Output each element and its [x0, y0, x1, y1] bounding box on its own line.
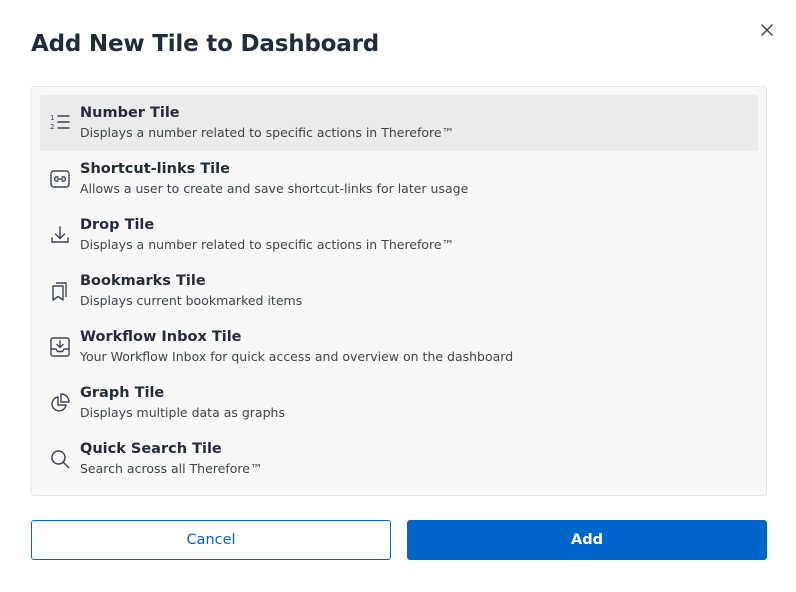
- svg-text:1: 1: [50, 114, 54, 122]
- tile-name: Quick Search Tile: [80, 441, 222, 457]
- tile-option-workflow-inbox[interactable]: Workflow Inbox Tile Your Workflow Inbox …: [40, 319, 758, 375]
- tile-name: Graph Tile: [80, 385, 165, 401]
- tile-option-shortcut-links[interactable]: Shortcut-links Tile Allows a user to cre…: [40, 151, 758, 207]
- bookmarks-icon: [49, 280, 71, 302]
- tile-description: Allows a user to create and save shortcu…: [80, 181, 469, 196]
- cancel-button[interactable]: Cancel: [31, 520, 391, 560]
- tile-option-quick-search[interactable]: Quick Search Tile Search across all Ther…: [40, 431, 758, 487]
- tile-option-graph[interactable]: Graph Tile Displays multiple data as gra…: [40, 375, 758, 431]
- pie-chart-icon: [49, 392, 71, 414]
- tile-description: Your Workflow Inbox for quick access and…: [80, 349, 514, 364]
- tile-description: Displays current bookmarked items: [80, 293, 303, 308]
- numbered-list-icon: 1 2: [49, 112, 71, 134]
- tile-list: 1 2 Number Tile Displays a number relate…: [31, 86, 767, 496]
- close-button[interactable]: [756, 19, 778, 41]
- close-icon[interactable]: [761, 24, 773, 36]
- download-icon: [49, 224, 71, 246]
- svg-text:2: 2: [50, 123, 54, 131]
- tile-description: Displays a number related to specific ac…: [80, 237, 455, 252]
- dialog-title: Add New Tile to Dashboard: [31, 31, 379, 57]
- add-button[interactable]: Add: [407, 520, 767, 560]
- tile-name: Shortcut-links Tile: [80, 161, 230, 177]
- tile-name: Number Tile: [80, 105, 180, 121]
- tile-name: Drop Tile: [80, 217, 155, 233]
- tile-option-drop[interactable]: Drop Tile Displays a number related to s…: [40, 207, 758, 263]
- tile-option-bookmarks[interactable]: Bookmarks Tile Displays current bookmark…: [40, 263, 758, 319]
- tile-description: Displays multiple data as graphs: [80, 405, 285, 420]
- link-icon: [49, 168, 71, 190]
- tile-name: Bookmarks Tile: [80, 273, 206, 289]
- tile-description: Displays a number related to specific ac…: [80, 125, 455, 140]
- tile-name: Workflow Inbox Tile: [80, 329, 242, 345]
- tile-option-number[interactable]: 1 2 Number Tile Displays a number relate…: [40, 95, 758, 151]
- inbox-icon: [49, 336, 71, 358]
- tile-description: Search across all Therefore™: [80, 461, 263, 476]
- add-tile-dialog: Add New Tile to Dashboard 1 2 Number Til…: [0, 0, 796, 592]
- search-icon: [49, 448, 71, 470]
